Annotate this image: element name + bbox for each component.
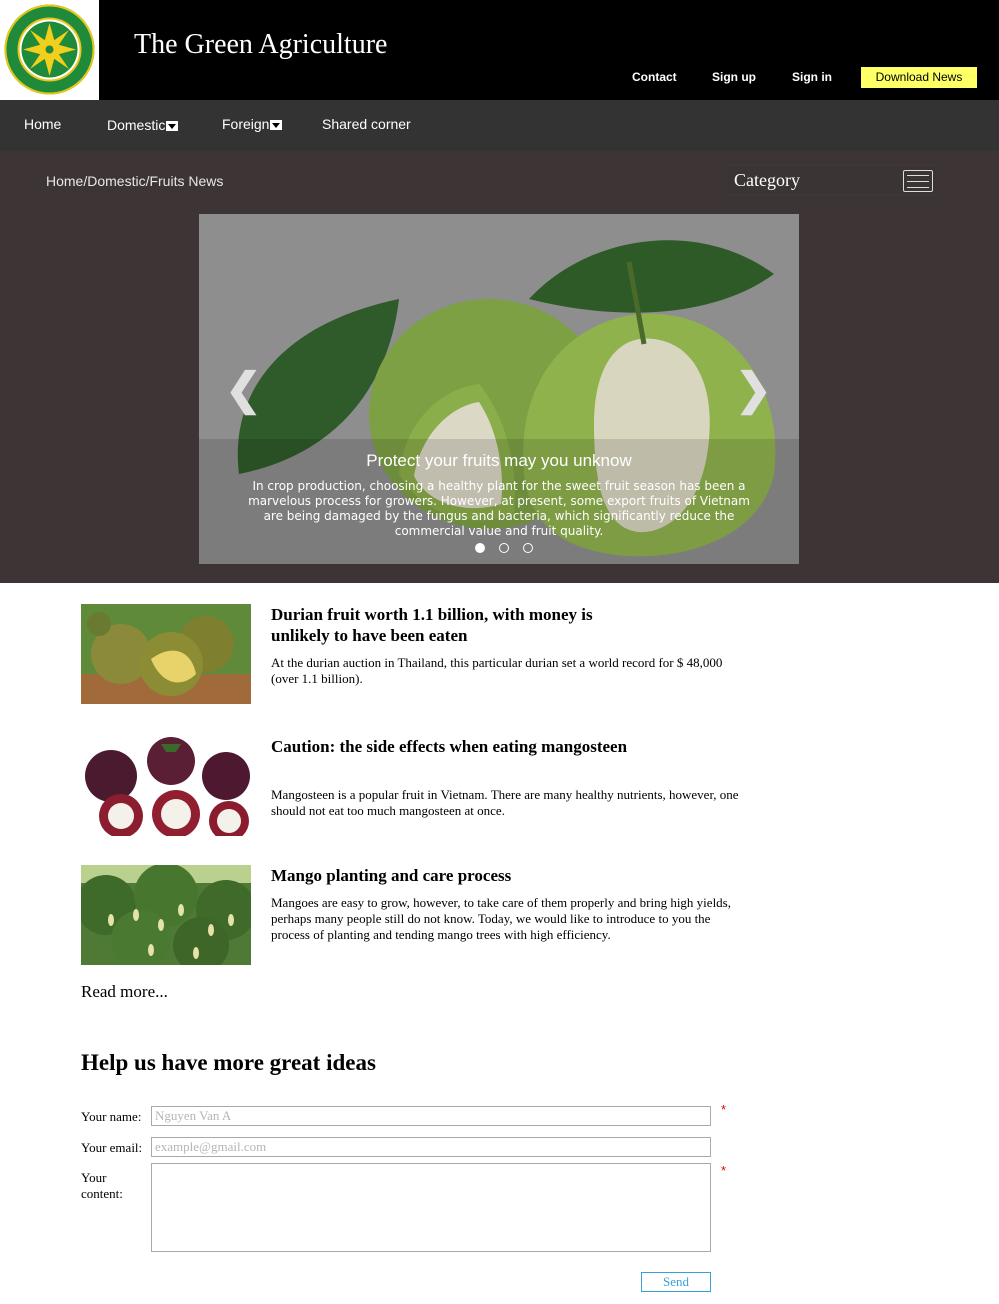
article-title[interactable]: Durian fruit worth 1.1 billion, with mon… [271,604,631,646]
dropdown-caret-icon [166,121,179,131]
slide-title: Protect your fruits may you unknow [366,451,632,470]
nav-shared-corner[interactable]: Shared corner [322,116,411,132]
email-input[interactable] [151,1137,711,1157]
carousel-next-icon[interactable]: ❯ [735,364,772,415]
download-news-button[interactable]: Download News [861,67,977,88]
nav-foreign[interactable]: Foreign [222,116,283,132]
durian-image [81,604,251,704]
news-carousel: ❮ ❯ Protect your fruits may you unknow I… [199,214,799,564]
contact-link[interactable]: Contact [632,70,677,84]
logo[interactable] [0,0,99,100]
read-more-link[interactable]: Read more... [81,982,168,1002]
main-nav: Home Domestic Foreign Shared corner [0,100,999,151]
required-mark: * [721,1163,727,1178]
nav-foreign-label: Foreign [222,116,270,132]
name-input[interactable] [151,1106,711,1126]
nav-home[interactable]: Home [24,116,61,132]
content-textarea[interactable] [151,1163,711,1252]
carousel-dot-3[interactable] [523,543,533,553]
article-item: Durian fruit worth 1.1 billion, with mon… [81,604,761,704]
breadcrumb: Home/Domestic/Fruits News [46,173,224,189]
article-item: Mango planting and care process Mangoes … [81,865,761,965]
carousel-dot-1[interactable] [475,543,485,553]
dropdown-caret-icon [270,120,283,130]
hero-section: Home/Domestic/Fruits News Category ❮ ❯ P… [0,151,999,583]
article-item: Caution: the side effects when eating ma… [81,736,761,836]
email-label: Your email: [81,1140,143,1155]
nav-shared-label: Shared corner [322,116,411,132]
feedback-form-title: Help us have more great ideas [81,1050,376,1075]
site-header: The Green Agriculture Contact Sign up Si… [0,0,999,100]
site-title: The Green Agriculture [134,29,388,60]
send-button[interactable]: Send [641,1272,711,1292]
article-title[interactable]: Mango planting and care process [271,865,711,886]
mango-tree-image [81,865,251,965]
carousel-indicators [475,543,533,553]
article-summary: Mangoes are easy to grow, however, to ta… [271,895,731,942]
category-menu-button[interactable] [903,170,933,192]
article-summary: Mangosteen is a popular fruit in Vietnam… [271,787,739,818]
hamburger-icon [907,175,929,176]
carousel-dot-2[interactable] [499,543,509,553]
hamburger-icon [907,181,929,182]
nav-domestic[interactable]: Domestic [107,117,179,133]
hamburger-icon [907,187,929,188]
name-label: Your name: [81,1109,142,1124]
logo-emblem-icon [4,4,95,95]
category-label: Category [734,170,800,190]
carousel-prev-icon[interactable]: ❮ [225,364,262,415]
article-thumbnail[interactable] [81,865,251,965]
nav-home-label: Home [24,116,62,132]
slide-caption: In crop production, choosing a healthy p… [248,479,750,538]
content-label: Your content: [81,1170,123,1201]
category-bar: Category [726,165,938,195]
article-thumbnail[interactable] [81,736,251,836]
sign-in-link[interactable]: Sign in [792,70,832,84]
article-thumbnail[interactable] [81,604,251,704]
article-summary: At the durian auction in Thailand, this … [271,655,723,686]
required-mark: * [721,1102,727,1117]
mangosteen-image [81,736,251,836]
article-title[interactable]: Caution: the side effects when eating ma… [271,736,631,757]
nav-domestic-label: Domestic [107,117,166,133]
sign-up-link[interactable]: Sign up [712,70,756,84]
